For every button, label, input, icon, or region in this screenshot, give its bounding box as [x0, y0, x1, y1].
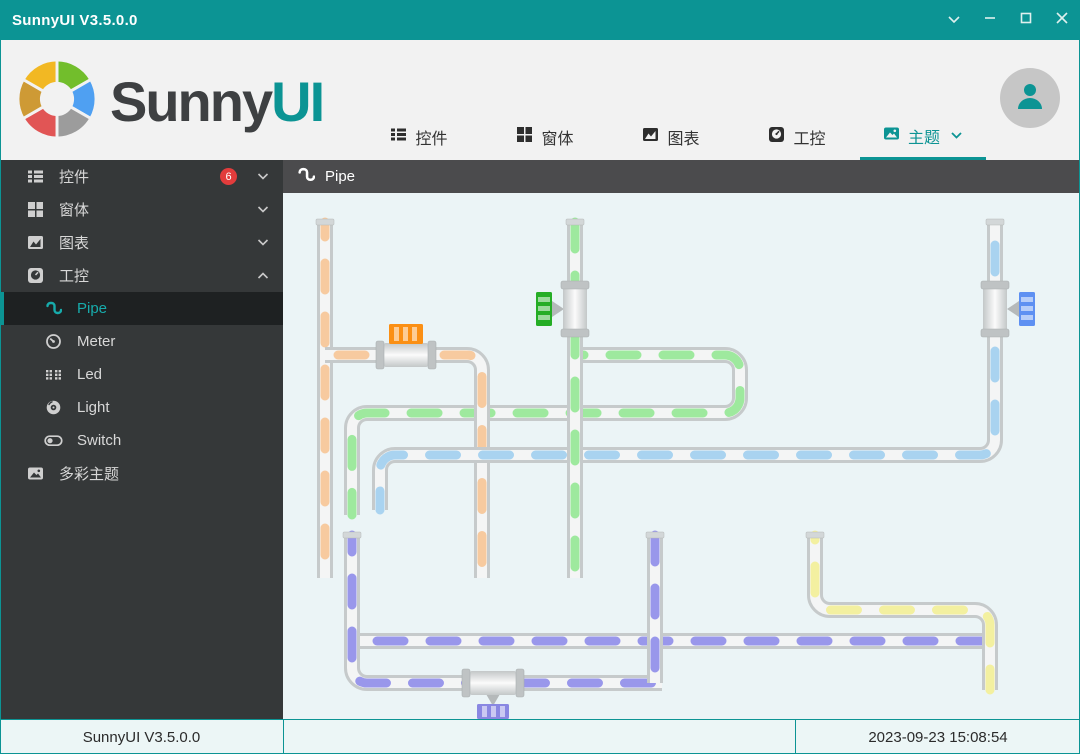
- chevron-down-icon: [257, 172, 269, 181]
- pipe-blue-run: [372, 217, 1003, 515]
- maximize-icon: [1019, 11, 1033, 30]
- close-button[interactable]: [1044, 0, 1080, 40]
- windows-icon: [516, 126, 533, 148]
- list-icon: [24, 168, 46, 185]
- sidebar-item-label: 多彩主题: [59, 466, 120, 483]
- statusbar: SunnyUI V3.5.0.0 2023-09-23 15:08:54: [0, 719, 1080, 754]
- switch-icon: [42, 432, 64, 449]
- chevron-down-icon: [257, 238, 269, 247]
- tab-charts[interactable]: 图表: [608, 114, 734, 160]
- avatar[interactable]: [1000, 68, 1060, 128]
- app-logo: SunnyUI: [16, 58, 325, 145]
- image-icon: [24, 465, 46, 482]
- sidebar-item-label: 窗体: [59, 202, 90, 219]
- tab-industrial[interactable]: 工控: [734, 114, 860, 160]
- light-icon: [42, 399, 64, 416]
- logo-text: SunnyUI: [110, 69, 325, 133]
- pipe-icon: [42, 300, 64, 317]
- sidebar-item-led[interactable]: Led: [0, 358, 283, 391]
- panel-header: Pipe: [283, 160, 1080, 193]
- pipe-network: [315, 217, 1035, 719]
- header: SunnyUI 控件 窗体 图表 工控 主题: [0, 40, 1080, 160]
- tab-label: 主题: [907, 129, 940, 147]
- tab-label: 工控: [793, 131, 826, 148]
- chevron-down-icon: [947, 11, 961, 29]
- tab-forms[interactable]: 窗体: [482, 114, 608, 160]
- tab-controls[interactable]: 控件: [356, 114, 482, 160]
- sidebar-item-label: Pipe: [77, 300, 108, 317]
- window-dropdown-button[interactable]: [936, 0, 972, 40]
- chart-icon: [24, 234, 46, 251]
- led-icon: [42, 366, 64, 383]
- status-middle: [283, 720, 795, 754]
- sidebar-item-label: 工控: [59, 268, 90, 285]
- pipe-green-loop: [344, 347, 748, 520]
- sidebar-item-label: Switch: [77, 432, 122, 449]
- panel-title: Pipe: [325, 168, 356, 185]
- pipe-yellow-run: [807, 530, 998, 695]
- windows-icon: [24, 201, 46, 218]
- chevron-down-icon: [257, 205, 269, 214]
- status-datetime: 2023-09-23 15:08:54: [795, 720, 1080, 754]
- sidebar-item-industrial[interactable]: 工控: [0, 259, 283, 292]
- window-title: SunnyUI V3.5.0.0: [12, 11, 138, 29]
- sidebar-item-colorful-theme[interactable]: 多彩主题: [0, 457, 283, 490]
- app-window: SunnyUI V3.5.0.0 SunnyUI 控件 窗体 图表 工控 主题 …: [0, 0, 1080, 754]
- pipe-icon: [297, 166, 316, 188]
- sidebar-item-label: 控件: [59, 169, 90, 186]
- sidebar-item-switch[interactable]: Switch: [0, 424, 283, 457]
- tab-label: 图表: [667, 131, 700, 148]
- tab-label: 控件: [415, 131, 448, 148]
- close-icon: [1055, 11, 1069, 30]
- valve-green[interactable]: [536, 280, 590, 338]
- chevron-up-icon: [257, 271, 269, 280]
- gauge-icon: [24, 267, 46, 284]
- pipe-diagram-canvas: [283, 193, 1080, 719]
- person-icon: [1013, 79, 1047, 118]
- image-icon: [883, 125, 900, 147]
- pipe-purple-left: [344, 530, 667, 691]
- chart-icon: [642, 126, 659, 148]
- notification-badge: 6: [220, 168, 237, 185]
- maximize-button[interactable]: [1008, 0, 1044, 40]
- pipe-end-collars: [315, 218, 1005, 539]
- chevron-down-icon: [950, 131, 963, 140]
- meter-icon: [42, 333, 64, 350]
- sidebar-item-forms[interactable]: 窗体: [0, 193, 283, 226]
- color-wheel-logo: [16, 58, 98, 145]
- sidebar-item-light[interactable]: Light: [0, 391, 283, 424]
- sidebar-item-label: 图表: [59, 235, 90, 252]
- minimize-button[interactable]: [972, 0, 1008, 40]
- window-controls: [936, 0, 1080, 40]
- gauge-icon: [768, 126, 785, 148]
- minimize-icon: [983, 11, 997, 30]
- valve-orange[interactable]: [375, 324, 437, 370]
- sidebar-item-pipe[interactable]: Pipe: [0, 292, 283, 325]
- sidebar-item-controls[interactable]: 控件 6: [0, 160, 283, 193]
- valve-purple[interactable]: [461, 668, 525, 719]
- titlebar: SunnyUI V3.5.0.0: [0, 0, 1080, 40]
- sidebar-item-label: Led: [77, 366, 103, 383]
- sidebar-item-label: Light: [77, 399, 110, 416]
- valve-blue[interactable]: [980, 280, 1035, 338]
- tab-label: 窗体: [541, 131, 574, 148]
- sidebar-item-charts[interactable]: 图表: [0, 226, 283, 259]
- sidebar-item-meter[interactable]: Meter: [0, 325, 283, 358]
- tab-theme[interactable]: 主题: [860, 114, 986, 160]
- sidebar-item-label: Meter: [77, 333, 116, 350]
- list-icon: [390, 126, 407, 148]
- sidebar: 控件 6 窗体 图表 工控 Pipe Meter Led Light Switc…: [0, 160, 283, 719]
- nav-tabs: 控件 窗体 图表 工控 主题: [356, 114, 986, 160]
- status-version: SunnyUI V3.5.0.0: [82, 728, 201, 746]
